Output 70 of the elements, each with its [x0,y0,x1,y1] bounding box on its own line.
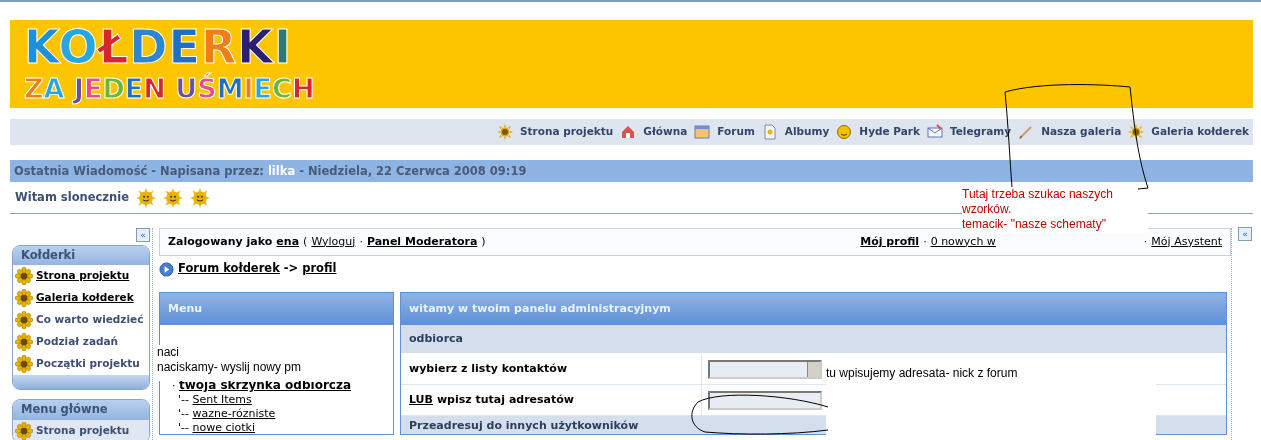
last-message-text: Ostatnia Wiadomość - Napisana przez: lilka - Niedziela, 22 Czerwca 2008 09:19 [14,164,527,178]
sunflower-icon [15,311,33,330]
collapse-button[interactable]: « [1238,227,1252,241]
collapse-button[interactable]: « [136,228,150,242]
folder-link[interactable]: Sent Items [192,393,252,406]
sidebar-title: Menu główne [13,400,149,420]
sidebar-link[interactable]: Podział zadań [36,334,119,351]
panel-title: witamy w twoim panelu administracyjnym [401,293,1226,325]
user-link[interactable]: Mój Asystent [1151,233,1222,251]
annotation-text: Tutaj trzeba szukac naszych wzorków. temacik- "nasze schematy" [962,187,1114,232]
folder-link[interactable]: wazne-rózniste [192,407,276,420]
nav-link[interactable]: Nasza galeria [1041,124,1122,140]
paren: ) [481,233,486,250]
sunflower-icon [15,333,33,352]
breadcrumb-link[interactable]: profil [302,260,337,278]
sidebar-link[interactable]: Początki projektu [36,356,140,373]
user-link[interactable]: Mój profil [860,233,920,251]
tree-prefix: '-- [178,421,190,434]
sunflower-icon [15,421,33,440]
panel-title: Menu [160,293,393,325]
folder-link[interactable]: twoja skrzynka odbiorcza [179,378,351,392]
sidebar-title: Kołderki [13,246,149,266]
nav-link[interactable]: Galeria kołderek [1151,124,1249,140]
sidebar-link[interactable]: Strona projektu [36,268,130,285]
house-icon [620,124,637,140]
user-link[interactable]: 0 nowych w [930,233,996,251]
section-header: odbiorca [401,325,1226,354]
greeting-text: Witam slonecznie [15,188,129,206]
separator-dot: · [923,233,927,250]
sunflower-icon [15,289,33,308]
envelope-icon [926,124,943,140]
nav-link[interactable]: Hyde Park [859,124,920,140]
annotation-text: tu wpisujemy adresata- nick z forum [826,366,1019,381]
window-icon [694,124,711,140]
tree-prefix: · [172,379,177,392]
recipient-field[interactable] [708,390,822,410]
or-link[interactable]: LUB [409,391,433,409]
smiley-sun-icon [136,187,156,208]
tree-prefix: '-- [178,407,190,420]
breadcrumb-link[interactable]: Forum kołderek [178,260,280,278]
logout-link[interactable]: Wyloguj [311,233,356,251]
tree-prefix: '-- [178,393,190,406]
paren: ( [303,233,308,250]
field-label: wybierz z listy kontaktów [409,360,568,377]
nav-link[interactable]: Główna [643,124,688,140]
sunflower-icon [15,267,33,286]
sun-icon [497,124,513,140]
field-label: wpisz tutaj adresatów [436,391,575,408]
moderator-panel-link[interactable]: Panel Moderatora [366,233,478,251]
document-icon [761,124,778,140]
separator-dot: · [1143,233,1148,250]
nav-link[interactable]: Strona projektu [520,124,614,140]
smiley-sun-icon [163,187,183,208]
login-label: Zalogowany jako [168,233,273,250]
contact-select[interactable] [708,359,822,379]
play-circle-icon [159,261,174,277]
brush-icon [1018,124,1035,140]
smiley-icon [836,124,853,140]
nav-link[interactable]: Forum [717,124,755,140]
breadcrumb-separator: -> [283,260,299,278]
logo: KOŁDERKI ZA JEDEN UŚMIECH [24,22,315,106]
folder-link[interactable]: nowe ciotki [192,421,255,434]
sidebar-link[interactable]: Co warto wiedzieć [36,312,144,329]
separator-dot: · [359,233,363,250]
username-link[interactable]: ena [276,233,300,251]
sidebar-link[interactable]: Galeria kołderek [36,290,134,307]
sunflower-icon [15,355,33,374]
nav-link[interactable]: Albumy [784,124,830,140]
sun-icon [1128,124,1145,140]
smiley-sun-icon [190,187,210,208]
